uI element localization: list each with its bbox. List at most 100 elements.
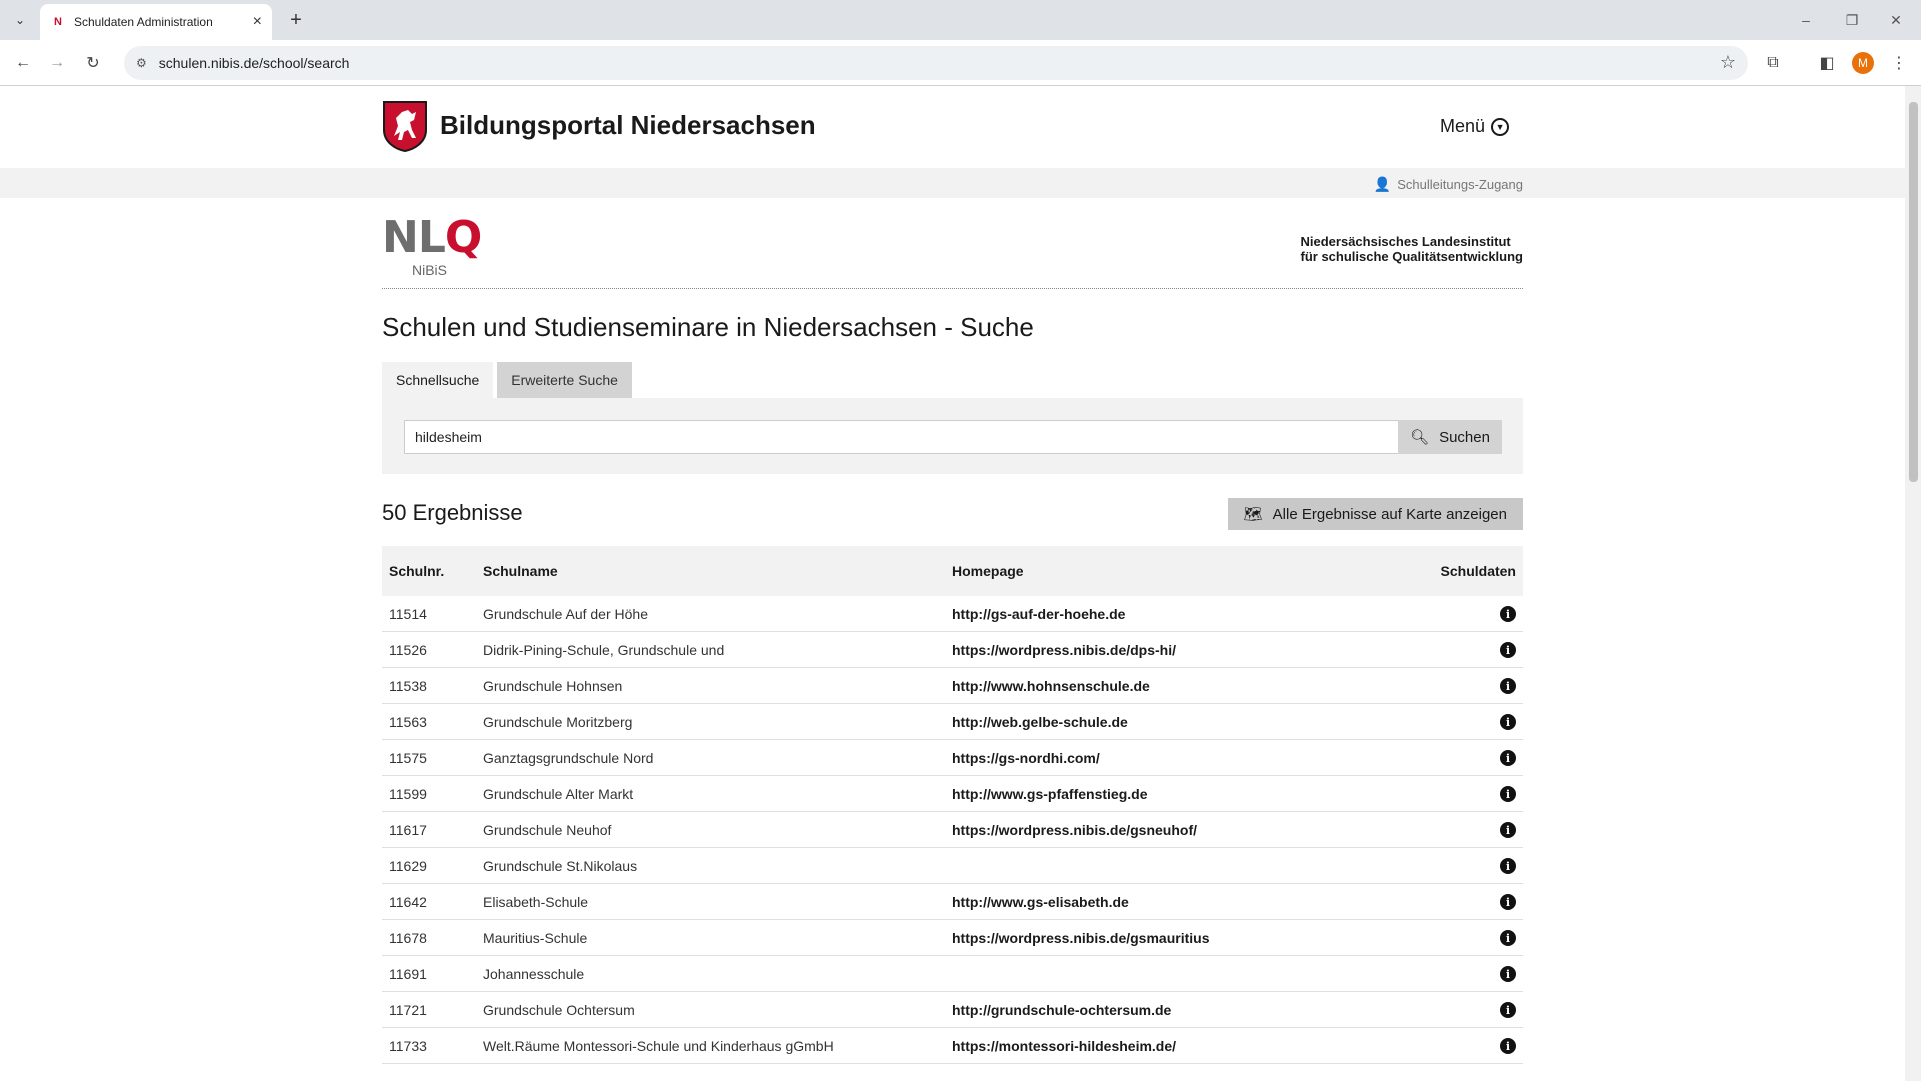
info-icon[interactable]: i xyxy=(1500,750,1516,767)
table-row: 11691 Johannesschule i xyxy=(382,956,1523,992)
side-panel-icon[interactable]: ◧ xyxy=(1814,50,1840,76)
close-tab-icon[interactable]: × xyxy=(253,13,262,31)
info-icon[interactable]: i xyxy=(1500,1002,1516,1019)
homepage-link[interactable]: http://gs-auf-der-hoehe.de xyxy=(945,606,1425,622)
brand-title[interactable]: Bildungsportal Niedersachsen xyxy=(440,110,816,141)
homepage-link[interactable]: http://www.hohnsenschule.de xyxy=(945,678,1425,694)
results-table: Schulnr. Schulname Homepage Schuldaten 1… xyxy=(382,546,1523,1064)
tab-quick-search[interactable]: Schnellsuche xyxy=(382,362,494,398)
url-text[interactable]: schulen.nibis.de/school/search xyxy=(159,55,350,71)
homepage-link[interactable]: https://gs-nordhi.com/ xyxy=(945,750,1425,766)
results-count: 50 Ergebnisse xyxy=(382,500,523,525)
school-data-cell: i xyxy=(1425,821,1523,839)
page-scrollbar[interactable] xyxy=(1905,86,1921,1081)
school-name: Ganztagsgrundschule Nord xyxy=(483,749,654,766)
school-number: 11617 xyxy=(389,821,427,838)
restore-icon[interactable]: ❐ xyxy=(1832,6,1872,34)
info-icon[interactable]: i xyxy=(1500,678,1516,695)
school-number: 11642 xyxy=(389,893,427,910)
school-number: 11629 xyxy=(389,857,427,874)
logo-q: Q xyxy=(444,212,482,263)
table-row: 11642 Elisabeth-Schule http://www.gs-elisa… xyxy=(382,884,1523,920)
school-number: 11678 xyxy=(389,929,427,946)
chevron-down-circle-icon: ▼ xyxy=(1491,117,1510,136)
search-input[interactable] xyxy=(404,420,1436,454)
school-number: 11599 xyxy=(389,785,427,802)
info-icon[interactable]: i xyxy=(1500,858,1516,875)
back-arrow-icon[interactable]: ← xyxy=(10,50,36,76)
homepage-link[interactable]: http://grundschule-ochtersum.de xyxy=(945,1002,1425,1018)
school-name: Welt.Räume Montessori-Schule und Kinderh… xyxy=(483,1037,834,1054)
institute-name-line1: Niedersächsisches Landesinstitut xyxy=(1300,234,1511,249)
school-name: Grundschule Ochtersum xyxy=(483,1001,635,1018)
header-school-name[interactable]: Schulname xyxy=(476,563,945,579)
header-homepage[interactable]: Homepage xyxy=(945,563,1425,579)
site-settings-icon[interactable]: ⚙ xyxy=(136,56,147,70)
tab-advanced-search[interactable]: Erweiterte Suche xyxy=(497,362,632,398)
homepage-link[interactable]: https://wordpress.nibis.de/dps-hi/ xyxy=(945,642,1425,658)
school-name: Grundschule Moritzberg xyxy=(483,713,633,730)
forward-arrow-icon[interactable]: → xyxy=(44,50,70,76)
header-school-number[interactable]: Schulnr. xyxy=(382,563,476,579)
school-data-cell: i xyxy=(1425,1037,1523,1055)
info-icon[interactable]: i xyxy=(1500,822,1516,839)
tab-title: Schuldaten Administration xyxy=(74,15,213,29)
site-header: Bildungsportal Niedersachsen Menü ▼ xyxy=(0,86,1905,168)
menu-button[interactable]: Menü ▼ xyxy=(1440,116,1510,137)
scrollbar-thumb[interactable] xyxy=(1909,102,1918,482)
info-icon[interactable]: i xyxy=(1500,930,1516,947)
table-row: 11617 Grundschule Neuhof https://wordpress… xyxy=(382,812,1523,848)
table-header: Schulnr. Schulname Homepage Schuldaten xyxy=(382,546,1523,596)
school-data-cell: i xyxy=(1425,1001,1523,1019)
school-name: Grundschule Neuhof xyxy=(483,821,612,838)
logo-nl: NL xyxy=(382,212,446,263)
profile-avatar[interactable]: M xyxy=(1852,52,1874,74)
user-icon: 👤 xyxy=(1373,176,1392,192)
minimize-icon[interactable]: – xyxy=(1786,6,1826,34)
homepage-link[interactable]: https://wordpress.nibis.de/gsmauritius xyxy=(945,930,1425,946)
close-window-icon[interactable]: ✕ xyxy=(1876,6,1916,34)
extensions-puzzle-icon[interactable]: ⧉ xyxy=(1760,50,1786,76)
table-body: 11514 Grundschule Auf der Höhe http://gs-a… xyxy=(382,596,1523,1064)
school-name: Grundschule Alter Markt xyxy=(483,785,634,802)
search-tabs: Schnellsuche Erweiterte Suche xyxy=(382,362,632,398)
school-name: Johannesschule xyxy=(483,965,585,982)
homepage-link[interactable]: http://web.gelbe-schule.de xyxy=(945,714,1425,730)
info-icon[interactable]: i xyxy=(1500,642,1516,659)
school-number: 11563 xyxy=(389,713,427,730)
info-icon[interactable]: i xyxy=(1500,714,1516,731)
more-menu-icon[interactable]: ⋮ xyxy=(1886,50,1912,76)
search-button[interactable]: 🔍︎ Suchen xyxy=(1398,420,1502,454)
table-row: 11575 Ganztagsgrundschule Nord https://gs-… xyxy=(382,740,1523,776)
info-icon[interactable]: i xyxy=(1500,894,1516,911)
niedersachsen-horse-logo-icon[interactable] xyxy=(382,100,428,152)
table-row: 11514 Grundschule Auf der Höhe http://gs-a… xyxy=(382,596,1523,632)
table-row: 11721 Grundschule Ochtersum http://grundsc… xyxy=(382,992,1523,1028)
address-bar[interactable]: ⚙ schulen.nibis.de/school/search ☆ xyxy=(124,46,1748,80)
school-data-cell: i xyxy=(1425,605,1523,623)
school-data-cell: i xyxy=(1425,857,1523,875)
tab-search-chevron-icon[interactable]: ⌄ xyxy=(8,8,32,32)
browser-tab[interactable]: N Schuldaten Administration × xyxy=(40,4,272,40)
logo-nibis: NiBiS xyxy=(412,262,448,278)
school-data-cell: i xyxy=(1425,929,1523,947)
nlq-logo[interactable]: NLQ NiBiS xyxy=(382,216,502,280)
school-admin-login-link[interactable]: 👤 Schulleitungs-Zugang xyxy=(1374,176,1523,193)
school-data-cell: i xyxy=(1425,893,1523,911)
new-tab-plus-icon[interactable]: + xyxy=(284,8,308,32)
info-icon[interactable]: i xyxy=(1500,966,1516,983)
homepage-link[interactable]: https://montessori-hildesheim.de/ xyxy=(945,1038,1425,1054)
show-all-on-map-button[interactable]: 🗺︎ Alle Ergebnisse auf Karte anzeigen xyxy=(1227,498,1523,530)
info-icon[interactable]: i xyxy=(1500,786,1516,803)
table-row: 11538 Grundschule Hohnsen http://www.hohns… xyxy=(382,668,1523,704)
school-data-cell: i xyxy=(1425,677,1523,695)
info-icon[interactable]: i xyxy=(1500,1038,1516,1055)
bookmark-star-icon[interactable]: ☆ xyxy=(1720,52,1736,73)
homepage-link[interactable]: http://www.gs-pfaffenstieg.de xyxy=(945,786,1425,802)
reload-icon[interactable]: ↻ xyxy=(80,50,106,76)
school-data-cell: i xyxy=(1425,713,1523,731)
page-title: Schulen und Studienseminare in Niedersac… xyxy=(382,312,1034,342)
homepage-link[interactable]: https://wordpress.nibis.de/gsneuhof/ xyxy=(945,822,1425,838)
homepage-link[interactable]: http://www.gs-elisabeth.de xyxy=(945,894,1425,910)
info-icon[interactable]: i xyxy=(1500,606,1516,623)
